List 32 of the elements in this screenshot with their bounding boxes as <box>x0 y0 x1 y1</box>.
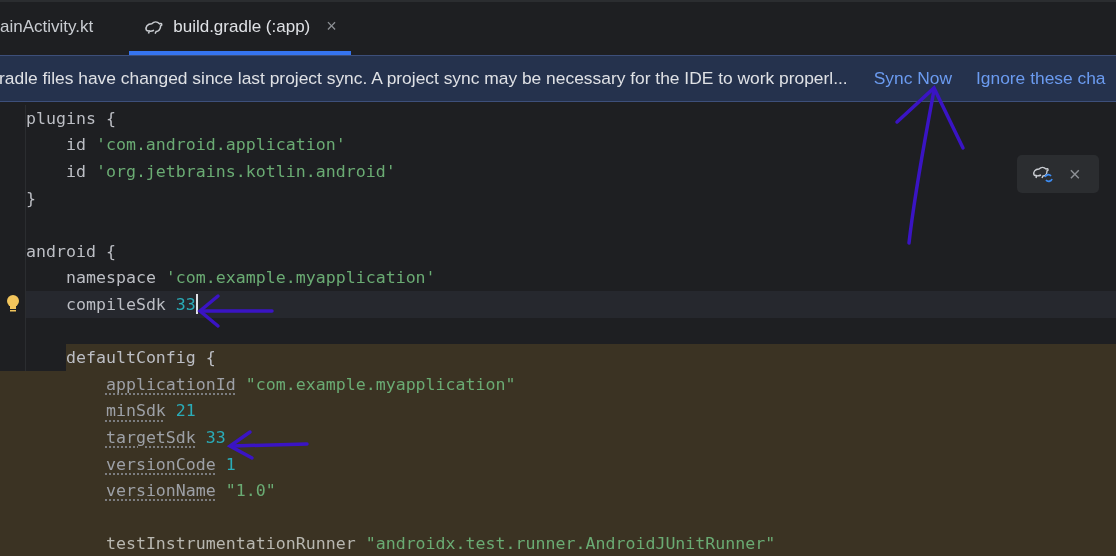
code-text: defaultConfig { <box>65 348 216 368</box>
editor-tab[interactable]: ainActivity.kt <box>0 2 108 55</box>
code-text: } <box>26 188 36 208</box>
code-text: testInstrumentationRunner <box>105 534 356 554</box>
property-name: applicationId <box>105 374 236 394</box>
close-icon[interactable]: × <box>326 16 337 37</box>
notification-message: radle files have changed since last project sync. A project sync may be necessary for the IDE to work properl... <box>0 68 848 89</box>
code-text: plugins { <box>26 108 116 128</box>
banner-link[interactable]: Sync Now <box>873 68 952 89</box>
code-text: compileSdk <box>65 294 166 314</box>
string-literal: 'org.jetbrains.kotlin.android' <box>95 162 396 181</box>
code-text: id <box>65 162 86 181</box>
number-literal: 1 <box>225 454 236 474</box>
lightbulb-icon[interactable] <box>4 294 21 315</box>
text-caret <box>195 294 198 315</box>
string-literal: "androidx.test.runner.AndroidJUnitRunner" <box>365 534 776 554</box>
property-name: versionCode <box>105 454 216 474</box>
code-text: id <box>65 135 86 155</box>
gradle-sync-button[interactable] <box>1031 164 1055 184</box>
string-literal: 'com.example.myapplication' <box>165 268 436 288</box>
number-literal: 21 <box>175 401 196 421</box>
number-literal: 33 <box>175 294 196 314</box>
string-literal: 'com.android.application' <box>95 135 346 155</box>
string-literal: "1.0" <box>225 481 276 501</box>
code-text: namespace <box>65 268 156 288</box>
string-literal: "com.example.myapplication" <box>245 374 516 394</box>
banner-link[interactable]: Ignore these cha <box>976 68 1106 89</box>
code-text: android { <box>26 241 116 261</box>
property-name: minSdk <box>105 401 166 421</box>
number-literal: 33 <box>205 427 226 447</box>
property-name: versionName <box>105 481 216 501</box>
property-name: targetSdk <box>105 427 196 447</box>
